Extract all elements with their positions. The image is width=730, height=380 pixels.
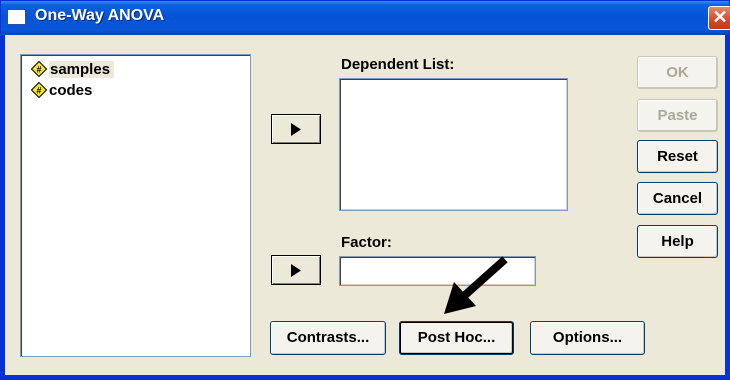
svg-text:#: # xyxy=(36,65,41,75)
options-button[interactable]: Options... xyxy=(530,321,645,355)
svg-text:#: # xyxy=(36,86,41,96)
contrasts-button[interactable]: Contrasts... xyxy=(270,321,386,355)
reset-button[interactable]: Reset xyxy=(637,140,718,173)
dependent-list-box[interactable] xyxy=(339,78,568,211)
factor-label: Factor: xyxy=(341,234,392,251)
window-icon xyxy=(7,9,26,25)
post-hoc-button[interactable]: Post Hoc... xyxy=(399,321,514,355)
move-to-factor-button[interactable] xyxy=(271,255,321,285)
window-title: One-Way ANOVA xyxy=(35,7,165,24)
title-bar[interactable]: One-Way ANOVA ✕ xyxy=(1,1,730,35)
cancel-button[interactable]: Cancel xyxy=(637,182,718,215)
ok-button[interactable]: OK xyxy=(637,56,718,89)
annotation-arrow-icon xyxy=(444,256,508,314)
variable-item-codes[interactable]: # codes xyxy=(31,80,92,100)
help-button[interactable]: Help xyxy=(637,225,718,258)
close-button[interactable]: ✕ xyxy=(708,6,730,30)
source-variable-list[interactable]: # samples # codes xyxy=(20,54,251,357)
right-arrow-icon xyxy=(291,123,301,136)
dependent-list-label: Dependent List: xyxy=(341,56,455,73)
scale-variable-icon: # xyxy=(31,82,47,98)
right-arrow-icon xyxy=(291,264,301,277)
variable-item-samples[interactable]: # samples xyxy=(31,59,115,79)
scale-variable-icon: # xyxy=(31,61,47,77)
variable-label: codes xyxy=(49,81,93,99)
move-to-dependent-button[interactable] xyxy=(271,114,321,144)
paste-button[interactable]: Paste xyxy=(637,99,718,132)
variable-label: samples xyxy=(49,60,115,78)
